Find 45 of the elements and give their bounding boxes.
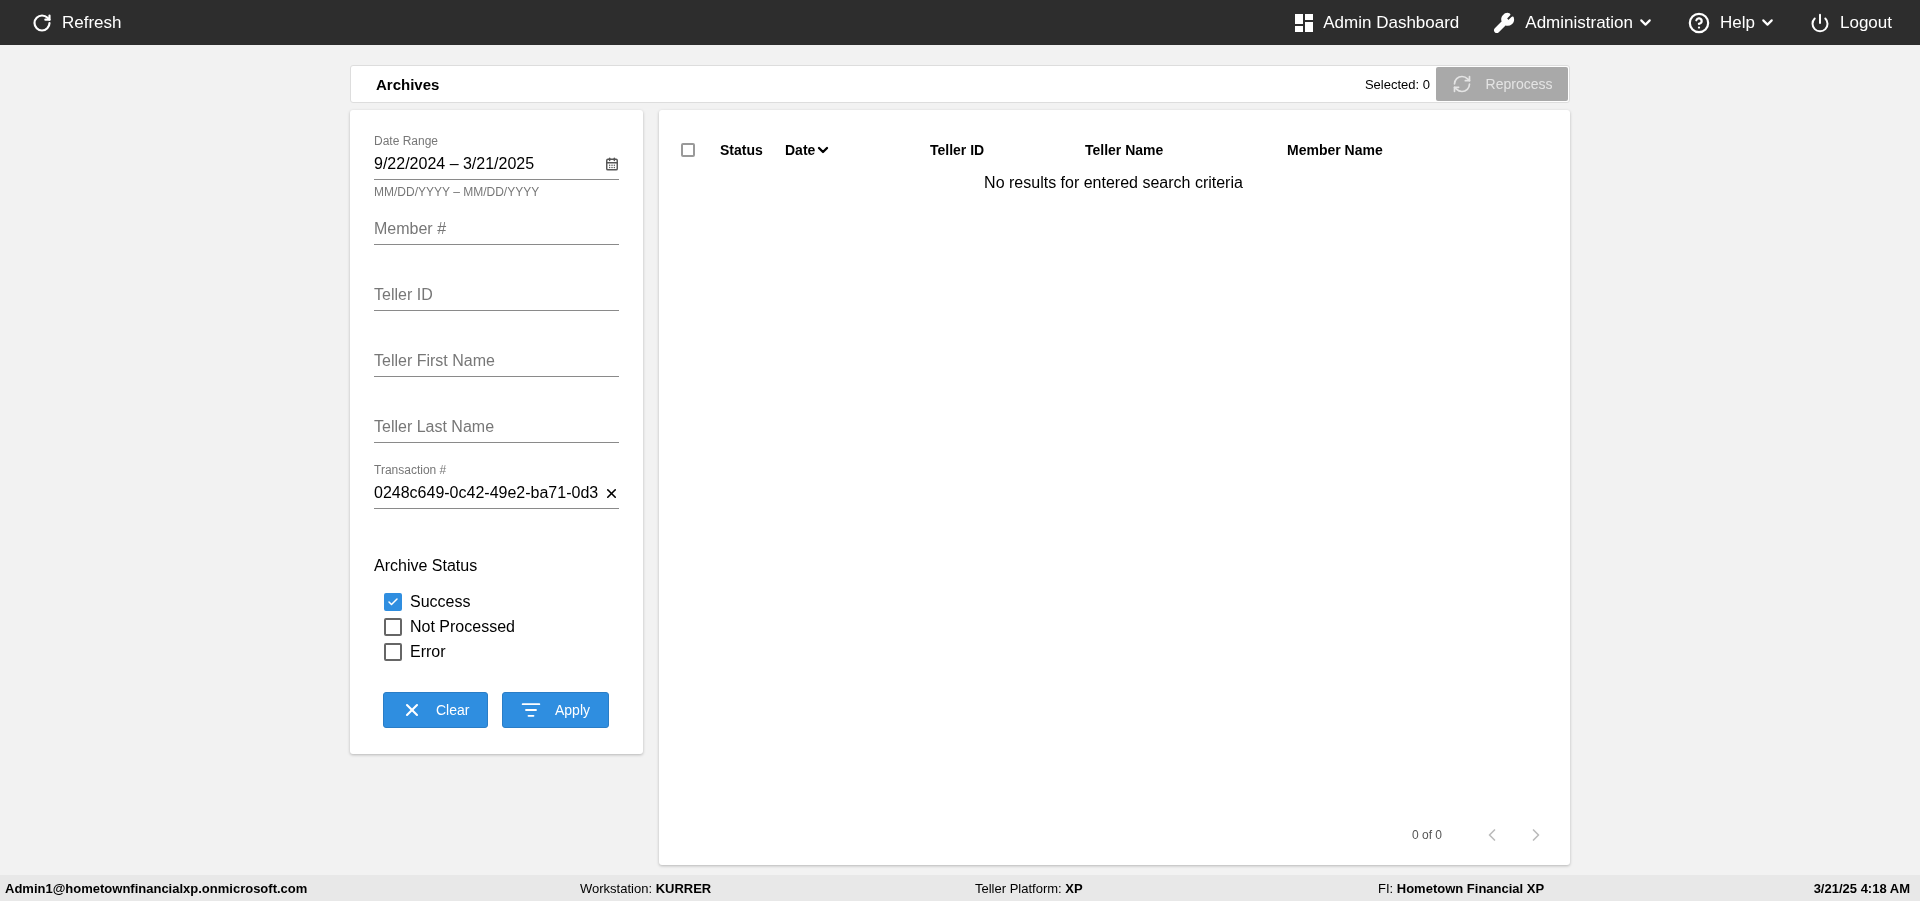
- column-header[interactable]: Teller ID: [930, 142, 1085, 158]
- power-icon: [1810, 12, 1830, 33]
- date-range-field[interactable]: 9/22/2024 – 3/21/2025: [374, 155, 605, 173]
- select-all-checkbox[interactable]: [681, 143, 695, 157]
- date-time: 3/21/25 4:18 AM: [1813, 880, 1910, 896]
- helper-text: MM/DD/YYYY – MM/DD/YYYY: [374, 185, 541, 199]
- calendar-icon[interactable]: [605, 157, 619, 171]
- input-field[interactable]: Teller First Name: [374, 352, 619, 370]
- column-header[interactable]: Teller Name: [1085, 142, 1287, 158]
- checkbox[interactable]: [384, 642, 402, 661]
- checkbox-label: Error: [410, 642, 446, 661]
- status-item: Teller Platform: XP: [975, 880, 1084, 896]
- help-icon: [1688, 11, 1711, 34]
- checkmark-icon: [387, 595, 399, 608]
- dashboard-icon: [1295, 13, 1314, 32]
- filter-icon: [520, 700, 541, 720]
- field-label: Date Range: [374, 134, 440, 149]
- empty-message: No results for entered search criteria: [984, 174, 1243, 192]
- column-header[interactable]: Status: [720, 142, 785, 158]
- user-email: Admin1@hometownfinancialxp.onmicrosoft.com: [5, 880, 309, 896]
- column-header[interactable]: Date: [785, 142, 930, 158]
- wrench-icon: [1493, 11, 1516, 34]
- nav-menu-item[interactable]: Administration: [1493, 7, 1655, 38]
- selected-count: Selected: 0: [1364, 76, 1430, 92]
- nav-menu-item[interactable]: Admin Dashboard: [1295, 8, 1460, 37]
- refresh-icon: [32, 12, 52, 33]
- nav-menu-item[interactable]: Refresh: [32, 8, 122, 37]
- checkbox-label: Not Processed: [410, 617, 515, 636]
- page-title: Archives: [376, 75, 440, 93]
- section-title: Archive Status: [374, 557, 479, 575]
- status-item: Workstation: KURRER: [580, 880, 713, 896]
- nav-menu-item[interactable]: Logout: [1810, 8, 1892, 37]
- checkbox[interactable]: [384, 617, 402, 636]
- input-field[interactable]: 0248c649-0c42-49e2-ba71-0d3: [374, 484, 604, 502]
- input-field[interactable]: Teller ID: [374, 286, 619, 304]
- nav-menu-item[interactable]: Help: [1688, 7, 1776, 38]
- input-field[interactable]: Teller Last Name: [374, 418, 619, 436]
- page-range: 0 of 0: [1411, 828, 1442, 842]
- checkbox-label: Success: [410, 592, 471, 611]
- refresh-icon: [1451, 74, 1472, 94]
- field-label: Transaction #: [374, 463, 448, 478]
- column-header[interactable]: Member Name: [1287, 142, 1546, 158]
- input-field[interactable]: Member #: [374, 220, 619, 238]
- checkbox[interactable]: [384, 592, 402, 611]
- status-item: FI: Hometown Financial XP: [1378, 880, 1546, 896]
